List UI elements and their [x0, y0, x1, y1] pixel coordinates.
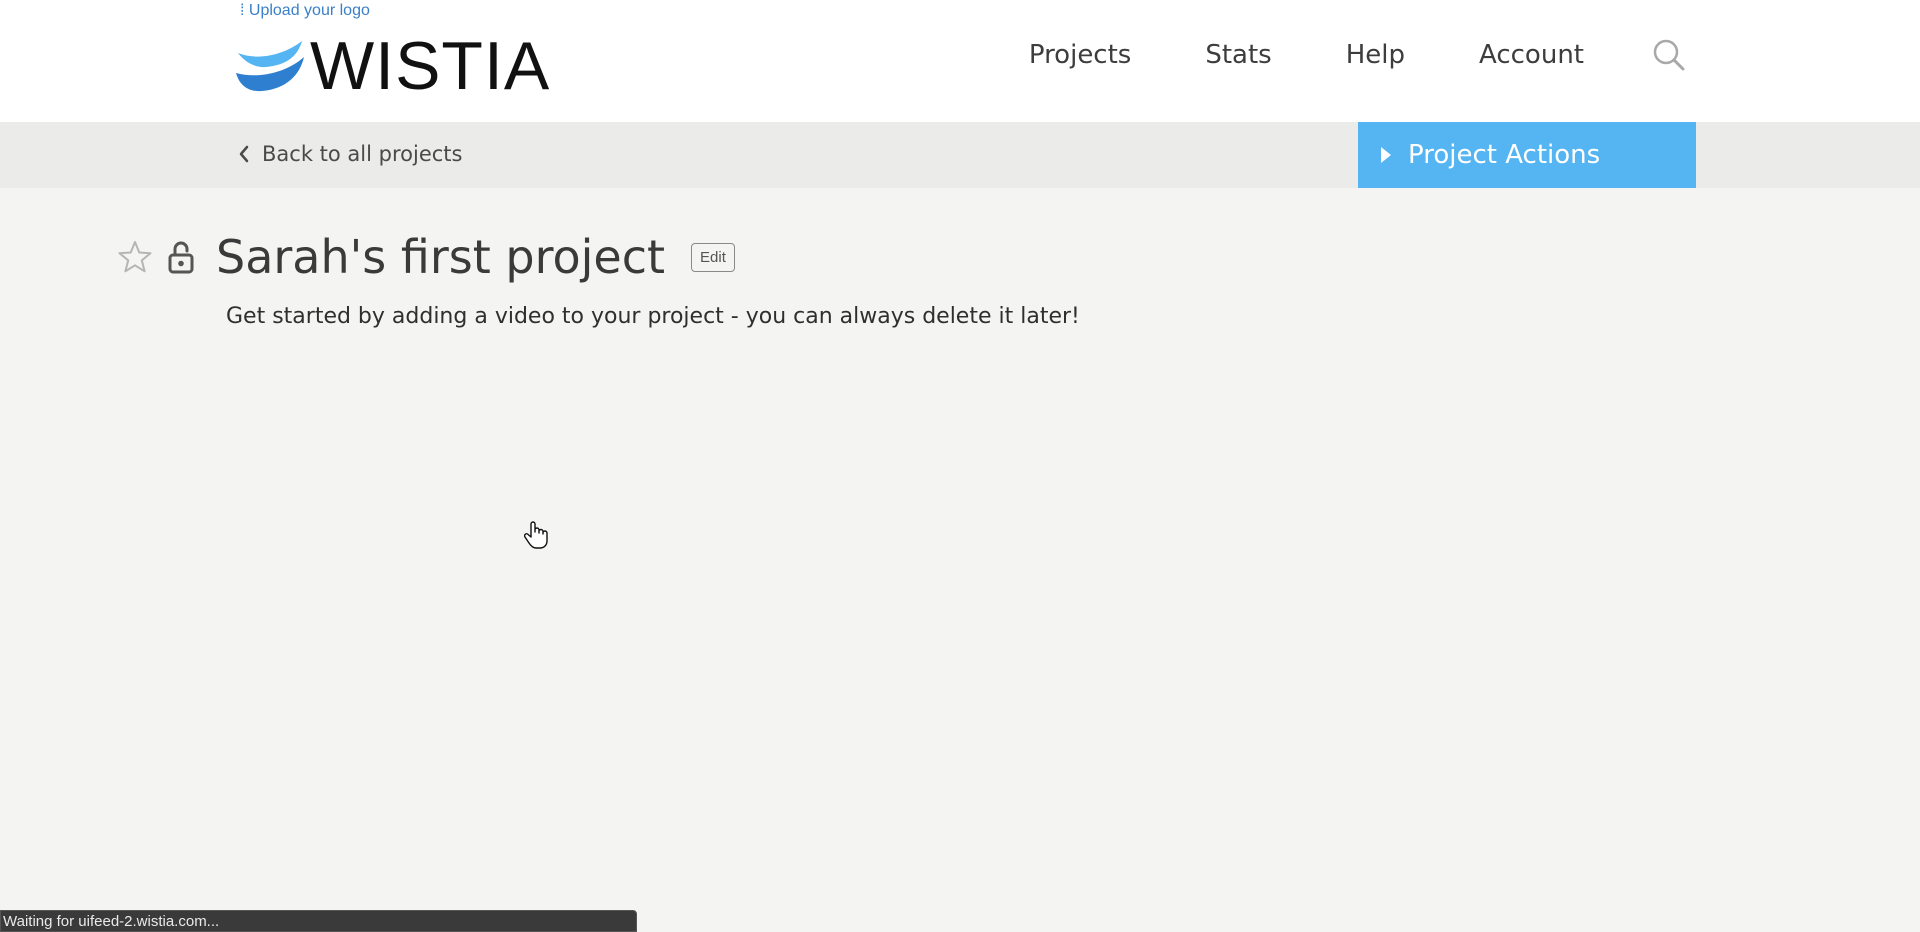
main-nav: Projects Stats Help Account: [955, 38, 1686, 72]
back-label: Back to all projects: [262, 142, 463, 166]
browser-status-bar: Waiting for uifeed-2.wistia.com...: [0, 910, 637, 932]
project-actions-label: Project Actions: [1408, 140, 1601, 170]
caret-right-icon: [1381, 147, 1391, 163]
project-actions-button[interactable]: Project Actions: [1358, 122, 1696, 188]
upload-logo-link[interactable]: ⁞ Upload your logo: [240, 2, 370, 20]
search-icon[interactable]: [1652, 38, 1686, 72]
wistia-logo[interactable]: WISTIA: [236, 28, 551, 104]
project-subbar: Back to all projects Project Actions: [0, 122, 1920, 188]
top-bar: ⁞ Upload your logo WISTIA Projects Stats…: [0, 0, 1920, 122]
wistia-logo-icon: [236, 41, 304, 92]
project-title-row: Sarah's first project Edit: [118, 230, 735, 284]
nav-projects[interactable]: Projects: [1029, 40, 1132, 70]
logo-text: WISTIA: [310, 28, 551, 104]
project-title: Sarah's first project: [216, 230, 666, 284]
nav-help[interactable]: Help: [1346, 40, 1405, 70]
chevron-left-icon: [239, 145, 249, 163]
back-to-projects-link[interactable]: Back to all projects: [238, 142, 462, 166]
nav-stats[interactable]: Stats: [1205, 40, 1271, 70]
star-icon[interactable]: [118, 240, 152, 274]
hand-cursor-icon: [524, 521, 548, 549]
nav-account[interactable]: Account: [1479, 40, 1584, 70]
project-description: Get started by adding a video to your pr…: [226, 304, 1080, 329]
unlock-icon[interactable]: [168, 240, 194, 274]
edit-title-button[interactable]: Edit: [691, 242, 735, 272]
